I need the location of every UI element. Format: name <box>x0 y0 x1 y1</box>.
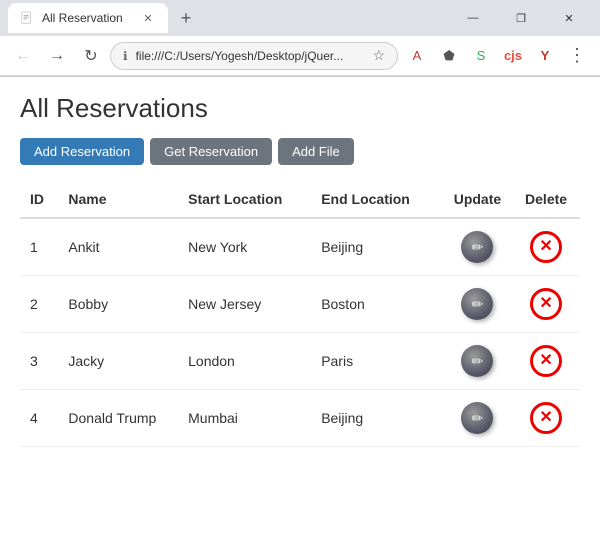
tab-label: All Reservation <box>42 11 123 25</box>
extensions-icon[interactable]: A <box>402 41 432 71</box>
info-icon: ℹ <box>123 49 128 63</box>
window-controls: — ❐ ✕ <box>450 0 592 36</box>
delete-button[interactable] <box>528 286 564 322</box>
star-icon[interactable]: ☆ <box>372 47 385 64</box>
tab-bar: All Reservation ✕ + — ❐ ✕ <box>0 0 600 36</box>
update-button[interactable] <box>459 400 495 436</box>
cell-delete[interactable] <box>512 390 580 447</box>
address-icons: ☆ <box>372 47 385 64</box>
delete-button[interactable] <box>528 400 564 436</box>
add-file-button[interactable]: Add File <box>278 138 354 165</box>
header-end-location: End Location <box>311 181 443 218</box>
add-reservation-button[interactable]: Add Reservation <box>20 138 144 165</box>
table-row: 4 Donald Trump Mumbai Beijing <box>20 390 580 447</box>
header-id: ID <box>20 181 58 218</box>
page-icon <box>20 11 34 25</box>
cell-id: 2 <box>20 276 58 333</box>
cell-update[interactable] <box>443 218 512 276</box>
new-tab-button[interactable]: + <box>172 4 200 32</box>
menu-button[interactable]: ⋮ <box>562 41 592 71</box>
cell-end: Beijing <box>311 390 443 447</box>
cell-name: Jacky <box>58 333 178 390</box>
cell-end: Boston <box>311 276 443 333</box>
cell-start: London <box>178 333 311 390</box>
reload-button[interactable]: ↻ <box>76 41 106 71</box>
tab-close-button[interactable]: ✕ <box>140 10 156 26</box>
cell-id: 1 <box>20 218 58 276</box>
cell-name: Bobby <box>58 276 178 333</box>
table-row: 1 Ankit New York Beijing <box>20 218 580 276</box>
active-tab[interactable]: All Reservation ✕ <box>8 3 168 33</box>
cell-name: Ankit <box>58 218 178 276</box>
header-delete: Delete <box>512 181 580 218</box>
table-header-row: ID Name Start Location End Location Upda… <box>20 181 580 218</box>
update-button[interactable] <box>459 343 495 379</box>
toolbar-icons: A ⬟ S cjs Y ⋮ <box>402 41 592 71</box>
table-row: 2 Bobby New Jersey Boston <box>20 276 580 333</box>
cell-update[interactable] <box>443 276 512 333</box>
address-text: file:///C:/Users/Yogesh/Desktop/jQuer... <box>136 49 365 63</box>
cell-update[interactable] <box>443 333 512 390</box>
cell-start: New Jersey <box>178 276 311 333</box>
reservations-table: ID Name Start Location End Location Upda… <box>20 181 580 447</box>
cell-end: Paris <box>311 333 443 390</box>
cell-name: Donald Trump <box>58 390 178 447</box>
nav-bar: ← → ↻ ℹ file:///C:/Users/Yogesh/Desktop/… <box>0 36 600 76</box>
ext5-icon[interactable]: Y <box>530 41 560 71</box>
delete-button[interactable] <box>528 343 564 379</box>
delete-button[interactable] <box>528 229 564 265</box>
cell-id: 4 <box>20 390 58 447</box>
restore-button[interactable]: ❐ <box>498 0 544 36</box>
page-content: All Reservations Add Reservation Get Res… <box>0 77 600 550</box>
close-button[interactable]: ✕ <box>546 0 592 36</box>
header-name: Name <box>58 181 178 218</box>
address-bar[interactable]: ℹ file:///C:/Users/Yogesh/Desktop/jQuer.… <box>110 42 398 70</box>
update-button[interactable] <box>459 286 495 322</box>
minimize-button[interactable]: — <box>450 0 496 36</box>
header-start-location: Start Location <box>178 181 311 218</box>
cell-start: New York <box>178 218 311 276</box>
cell-end: Beijing <box>311 218 443 276</box>
cell-update[interactable] <box>443 390 512 447</box>
cell-id: 3 <box>20 333 58 390</box>
action-buttons: Add Reservation Get Reservation Add File <box>20 138 580 165</box>
update-button[interactable] <box>459 229 495 265</box>
page-title: All Reservations <box>20 93 580 124</box>
header-update: Update <box>443 181 512 218</box>
ext4-icon[interactable]: cjs <box>498 41 528 71</box>
cell-delete[interactable] <box>512 333 580 390</box>
table-row: 3 Jacky London Paris <box>20 333 580 390</box>
cell-delete[interactable] <box>512 218 580 276</box>
cell-delete[interactable] <box>512 276 580 333</box>
browser-chrome: All Reservation ✕ + — ❐ ✕ ← → ↻ ℹ file:/… <box>0 0 600 77</box>
forward-button[interactable]: → <box>42 41 72 71</box>
get-reservation-button[interactable]: Get Reservation <box>150 138 272 165</box>
cell-start: Mumbai <box>178 390 311 447</box>
ext3-icon[interactable]: S <box>466 41 496 71</box>
ext2-icon[interactable]: ⬟ <box>434 41 464 71</box>
back-button[interactable]: ← <box>8 41 38 71</box>
